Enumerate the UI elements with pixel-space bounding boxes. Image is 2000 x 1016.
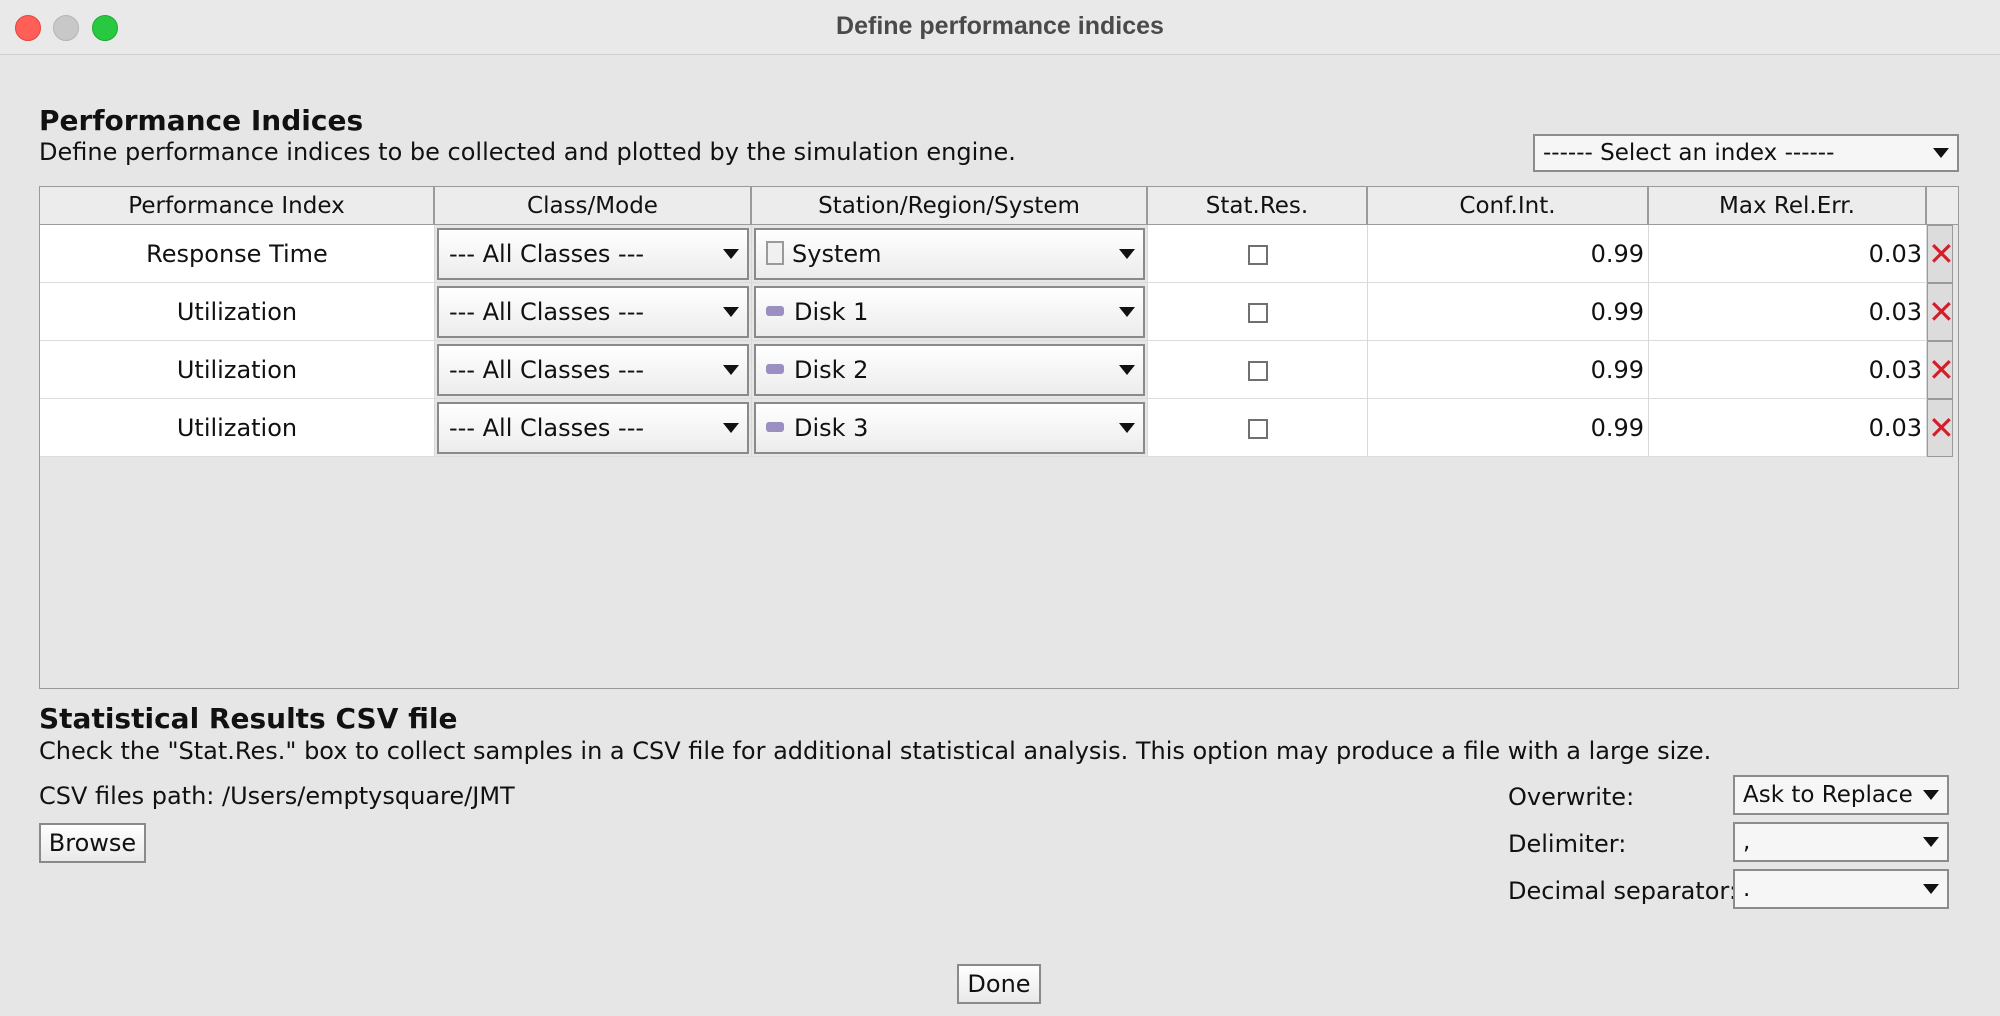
column-header[interactable]: Performance Index — [40, 187, 435, 225]
station-cell: Disk 3 — [752, 399, 1148, 457]
station-icon — [766, 422, 784, 432]
station-value: Disk 1 — [794, 298, 869, 326]
performance-index-cell[interactable]: Response Time — [40, 225, 435, 283]
section-description: Define performance indices to be collect… — [39, 138, 1016, 166]
column-header-blank — [1927, 187, 1958, 225]
table-row: Utilization --- All Classes --- Disk 2 0… — [40, 341, 1958, 399]
csv-path-label: CSV files path: /Users/emptysquare/JMT — [39, 782, 515, 810]
csv-path-value: /Users/emptysquare/JMT — [222, 782, 515, 810]
conf-int-cell[interactable]: 0.99 — [1368, 225, 1649, 283]
max-rel-err-cell[interactable]: 0.03 — [1649, 283, 1927, 341]
station-cell: Disk 2 — [752, 341, 1148, 399]
station-cell: System — [752, 225, 1148, 283]
decimal-separator-value: . — [1743, 876, 1751, 902]
conf-int-cell[interactable]: 0.99 — [1368, 283, 1649, 341]
delimiter-value: , — [1743, 829, 1751, 855]
chevron-down-icon — [723, 307, 739, 317]
indices-table: Performance Index Class/Mode Station/Reg… — [39, 186, 1959, 689]
chevron-down-icon — [1923, 790, 1939, 800]
select-index-dropdown[interactable]: ------ Select an index ------ — [1533, 134, 1959, 172]
stat-res-cell — [1148, 341, 1368, 399]
performance-index-cell[interactable]: Utilization — [40, 283, 435, 341]
station-dropdown[interactable]: Disk 1 — [754, 286, 1145, 338]
table-row: Response Time --- All Classes --- System… — [40, 225, 1958, 283]
overwrite-dropdown[interactable]: Ask to Replace — [1733, 775, 1949, 815]
chevron-down-icon — [1923, 837, 1939, 847]
station-icon — [766, 306, 784, 316]
class-dropdown[interactable]: --- All Classes --- — [437, 344, 749, 396]
class-value: --- All Classes --- — [449, 356, 645, 384]
station-value: Disk 2 — [794, 356, 869, 384]
stat-res-cell — [1148, 283, 1368, 341]
chevron-down-icon — [723, 423, 739, 433]
stat-res-cell — [1148, 399, 1368, 457]
csv-section-title: Statistical Results CSV file — [39, 702, 458, 735]
class-value: --- All Classes --- — [449, 414, 645, 442]
station-dropdown[interactable]: Disk 3 — [754, 402, 1145, 454]
column-header[interactable]: Station/Region/System — [752, 187, 1148, 225]
overwrite-label: Overwrite: — [1508, 783, 1635, 811]
class-dropdown[interactable]: --- All Classes --- — [437, 228, 749, 280]
chevron-down-icon — [1119, 423, 1135, 433]
station-dropdown[interactable]: Disk 2 — [754, 344, 1145, 396]
station-cell: Disk 1 — [752, 283, 1148, 341]
station-icon — [766, 364, 784, 374]
class-cell: --- All Classes --- — [435, 399, 752, 457]
class-cell: --- All Classes --- — [435, 283, 752, 341]
section-title: Performance Indices — [39, 104, 364, 137]
class-value: --- All Classes --- — [449, 240, 645, 268]
stat-res-checkbox[interactable] — [1247, 245, 1268, 265]
delete-x-icon[interactable]: ✕ — [1927, 283, 1955, 341]
station-value: Disk 3 — [794, 414, 869, 442]
class-value: --- All Classes --- — [449, 298, 645, 326]
performance-index-cell[interactable]: Utilization — [40, 341, 435, 399]
browse-button[interactable]: Browse — [39, 823, 146, 863]
window-title: Define performance indices — [836, 12, 1164, 40]
stat-res-checkbox[interactable] — [1247, 303, 1268, 323]
max-rel-err-cell[interactable]: 0.03 — [1649, 225, 1927, 283]
system-icon — [766, 241, 784, 265]
done-button[interactable]: Done — [957, 964, 1041, 1004]
stat-res-checkbox[interactable] — [1247, 361, 1268, 381]
stat-res-checkbox[interactable] — [1247, 419, 1268, 439]
table-row: Utilization --- All Classes --- Disk 3 0… — [40, 399, 1958, 457]
chevron-down-icon — [1933, 148, 1949, 158]
stat-res-cell — [1148, 225, 1368, 283]
chevron-down-icon — [1119, 249, 1135, 259]
table-row: Utilization --- All Classes --- Disk 1 0… — [40, 283, 1958, 341]
decimal-separator-dropdown[interactable]: . — [1733, 869, 1949, 909]
csv-path-label-text: CSV files path: — [39, 782, 215, 810]
performance-index-cell[interactable]: Utilization — [40, 399, 435, 457]
column-header[interactable]: Stat.Res. — [1148, 187, 1368, 225]
csv-section-description: Check the "Stat.Res." box to collect sam… — [39, 737, 1712, 765]
chevron-down-icon — [1923, 884, 1939, 894]
delimiter-label: Delimiter: — [1508, 830, 1627, 858]
conf-int-cell[interactable]: 0.99 — [1368, 341, 1649, 399]
chevron-down-icon — [723, 249, 739, 259]
column-header[interactable]: Class/Mode — [435, 187, 752, 225]
title-bar: Define performance indices — [0, 0, 2000, 55]
column-header[interactable]: Max Rel.Err. — [1649, 187, 1927, 225]
class-dropdown[interactable]: --- All Classes --- — [437, 286, 749, 338]
station-value: System — [792, 240, 882, 268]
max-rel-err-cell[interactable]: 0.03 — [1649, 341, 1927, 399]
class-dropdown[interactable]: --- All Classes --- — [437, 402, 749, 454]
delete-x-icon[interactable]: ✕ — [1927, 399, 1955, 457]
chevron-down-icon — [1119, 365, 1135, 375]
select-index-value: ------ Select an index ------ — [1543, 140, 1835, 166]
chevron-down-icon — [723, 365, 739, 375]
station-dropdown[interactable]: System — [754, 228, 1145, 280]
class-cell: --- All Classes --- — [435, 341, 752, 399]
class-cell: --- All Classes --- — [435, 225, 752, 283]
delete-x-icon[interactable]: ✕ — [1927, 225, 1955, 283]
max-rel-err-cell[interactable]: 0.03 — [1649, 399, 1927, 457]
delete-x-icon[interactable]: ✕ — [1927, 341, 1955, 399]
overwrite-value: Ask to Replace — [1743, 782, 1913, 808]
column-header[interactable]: Conf.Int. — [1368, 187, 1649, 225]
table-header: Performance Index Class/Mode Station/Reg… — [40, 187, 1958, 225]
chevron-down-icon — [1119, 307, 1135, 317]
delimiter-dropdown[interactable]: , — [1733, 822, 1949, 862]
conf-int-cell[interactable]: 0.99 — [1368, 399, 1649, 457]
decimal-separator-label: Decimal separator: — [1508, 877, 1737, 905]
